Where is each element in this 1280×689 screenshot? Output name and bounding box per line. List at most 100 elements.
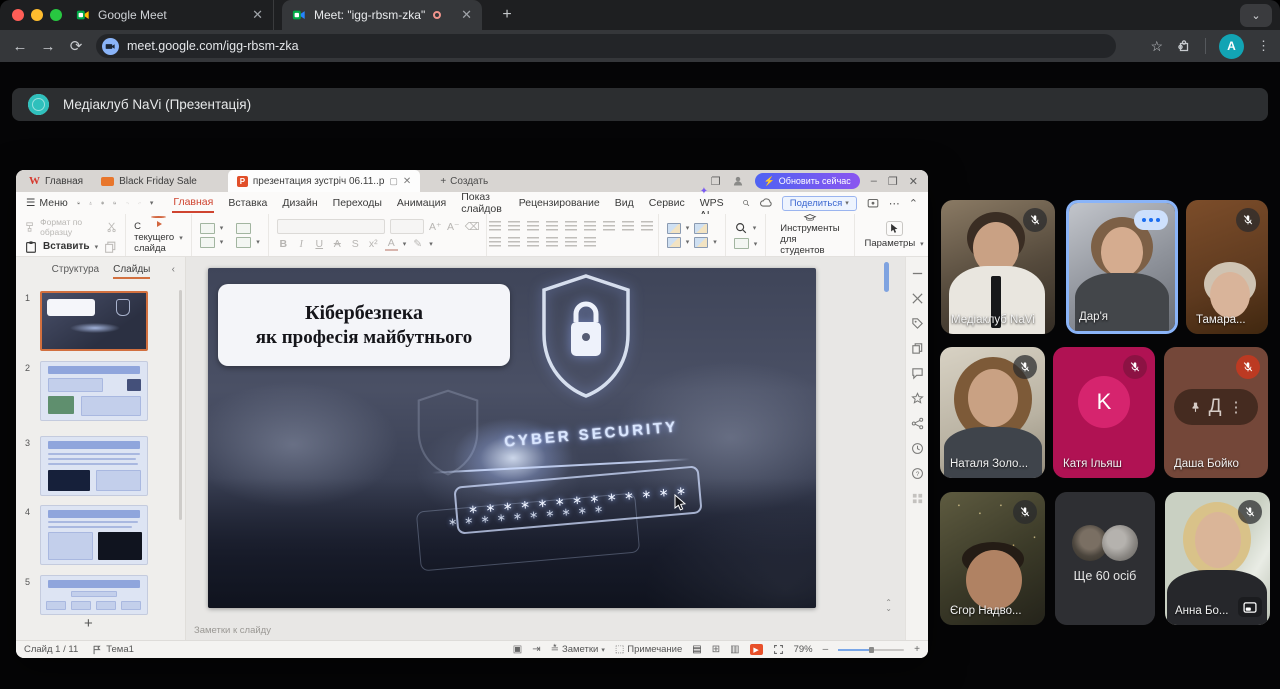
macos-minimize-button[interactable]	[31, 9, 43, 21]
text-direction-icon[interactable]	[584, 221, 596, 231]
tile-hover-controls[interactable]: Д ⋮	[1174, 389, 1258, 425]
slide-thumbnail-2[interactable]	[40, 361, 148, 421]
zoom-in-icon[interactable]: +	[914, 644, 920, 655]
cloud-sync-icon[interactable]	[759, 196, 773, 210]
redo-icon[interactable]	[138, 196, 141, 210]
align-top-icon[interactable]	[546, 237, 558, 247]
notes-placeholder[interactable]: Заметки к слайду	[194, 625, 271, 636]
strikethrough-icon[interactable]: A	[331, 238, 344, 250]
fit-slide-icon[interactable]	[773, 644, 784, 655]
ribbon-tab-view[interactable]: Вид	[614, 194, 635, 212]
student-tools-group[interactable]: Инструменты для студентов	[766, 214, 854, 256]
notes-toggle[interactable]: ≛Заметки▾	[551, 644, 605, 655]
font-name-box[interactable]	[277, 219, 385, 234]
tab-slides[interactable]: Слайды	[113, 264, 150, 279]
paste-icon[interactable]	[24, 240, 38, 254]
insert-chart-icon[interactable]	[694, 223, 708, 234]
panel-scrollbar[interactable]	[179, 290, 182, 520]
insert-shape-icon[interactable]	[694, 237, 708, 248]
indent-increase-icon[interactable]	[546, 221, 558, 231]
wps-tab-home[interactable]: W Главная	[20, 170, 92, 192]
pin-icon[interactable]	[1189, 400, 1202, 415]
ribbon-tab-animation[interactable]: Анимация	[396, 194, 447, 212]
slide-thumbnail-3[interactable]	[40, 436, 148, 496]
comment-toggle[interactable]: ⬚Примечание	[615, 644, 682, 655]
update-now-button[interactable]: ⚡ Обновить сейчас	[755, 173, 860, 189]
macos-close-button[interactable]	[12, 9, 24, 21]
participant-tile-mediaclub[interactable]: Медіаклуб NaVi	[941, 200, 1055, 334]
participant-tile-dasha[interactable]: Д ⋮ Даша Бойко	[1164, 347, 1268, 478]
slide-editor[interactable]: Кібербезпека як професія майбутнього CYB…	[208, 268, 816, 608]
tab-outline[interactable]: Структура	[52, 264, 99, 279]
cut-icon[interactable]	[106, 220, 117, 234]
paste-button[interactable]: Вставить	[43, 241, 90, 252]
panel-collapse-icon[interactable]: ‹	[172, 264, 175, 275]
more-options-icon[interactable]: ⋮	[1228, 398, 1243, 416]
normal-view-icon[interactable]: ▤	[692, 644, 701, 655]
play-slideshow-icon[interactable]	[151, 216, 166, 218]
distribute-icon[interactable]	[527, 237, 539, 247]
reading-view-icon[interactable]: ▥	[730, 644, 739, 655]
slide-size-icon[interactable]	[734, 238, 749, 249]
format-painter-label[interactable]: Формат по образцу	[40, 217, 101, 237]
participant-tile-darya[interactable]: Дар'я	[1066, 200, 1178, 334]
new-tab-button[interactable]: +	[496, 4, 518, 26]
slide-thumbnail-5[interactable]	[40, 575, 148, 615]
format-painter-icon[interactable]	[24, 220, 35, 234]
back-icon[interactable]: ←	[6, 38, 34, 55]
participant-tile-katya[interactable]: K Катя Ільяш	[1053, 347, 1155, 478]
reload-icon[interactable]: ⟳	[62, 37, 90, 55]
export-icon[interactable]	[89, 196, 92, 210]
options-group[interactable]: Параметры ▾	[855, 214, 928, 256]
indent-decrease-icon[interactable]	[527, 221, 539, 231]
profile-avatar[interactable]: A	[1219, 34, 1244, 59]
from-current-slide-button[interactable]: С текущего слайда	[134, 221, 174, 254]
collapse-icon[interactable]	[911, 267, 924, 280]
zoom-out-icon[interactable]: –	[823, 644, 829, 655]
collapse-ribbon-icon[interactable]: ⌃	[909, 197, 918, 210]
tab-search-chevron-button[interactable]: ⌄	[1240, 4, 1272, 27]
screen-record-icon[interactable]	[866, 196, 880, 210]
share-nodes-icon[interactable]	[911, 417, 924, 430]
find-icon[interactable]	[734, 221, 748, 235]
font-size-box[interactable]	[390, 219, 424, 234]
tile-more-options-button[interactable]	[1134, 210, 1168, 230]
new-slide-icon[interactable]	[200, 223, 215, 234]
section-icon[interactable]	[200, 237, 215, 248]
print-icon[interactable]	[101, 196, 104, 210]
line-spacing-icon[interactable]	[565, 221, 577, 231]
save-icon[interactable]	[77, 196, 80, 210]
slide-title-box[interactable]: Кібербезпека як професія майбутнього	[218, 284, 510, 366]
insert-picture-icon[interactable]	[667, 223, 681, 234]
more-options-icon[interactable]: ⋯	[889, 197, 900, 210]
tools-icon[interactable]	[911, 292, 924, 305]
superscript-icon[interactable]: x²	[367, 238, 380, 250]
increase-font-icon[interactable]: A⁺	[429, 221, 442, 233]
decrease-font-icon[interactable]: A⁻	[447, 221, 460, 233]
browser-tab-meeting[interactable]: Meet: "igg-rbsm-zka" ✕	[282, 0, 482, 30]
share-button[interactable]: Поделиться ▾	[782, 196, 857, 211]
italic-icon[interactable]: I	[295, 239, 308, 250]
align-middle-icon[interactable]	[565, 237, 577, 247]
slide-sorter-icon[interactable]: ⊞	[712, 644, 720, 655]
ribbon-tab-insert[interactable]: Вставка	[227, 194, 268, 212]
slide-thumbnail-4[interactable]	[40, 505, 148, 565]
reset-icon[interactable]	[236, 237, 251, 248]
slideshow-play-button[interactable]: ▶	[750, 644, 763, 655]
browser-menu-icon[interactable]: ⋮	[1257, 38, 1270, 54]
participant-tile-natalya[interactable]: Наталя Золо...	[940, 347, 1045, 478]
ribbon-tab-tools[interactable]: Сервис	[648, 194, 686, 212]
underline-icon[interactable]: U	[313, 238, 326, 250]
ribbon-tab-transitions[interactable]: Переходы	[332, 194, 383, 212]
wps-restore-icon[interactable]: ❐	[888, 175, 898, 188]
align-right-icon[interactable]	[641, 221, 653, 231]
browser-tab-google-meet[interactable]: Google Meet ✕	[66, 0, 274, 30]
theme-indicator[interactable]: Тема1	[92, 644, 134, 655]
justify-icon[interactable]	[489, 237, 501, 247]
slide-thumbnail-1[interactable]	[40, 291, 148, 351]
canvas-scrollbar[interactable]	[884, 262, 889, 292]
bullets-icon[interactable]	[489, 221, 501, 231]
bold-icon[interactable]: B	[277, 238, 290, 250]
bookmark-star-icon[interactable]: ☆	[1150, 38, 1163, 55]
slide-nav-arrows[interactable]: ⌃⌄	[885, 600, 892, 612]
